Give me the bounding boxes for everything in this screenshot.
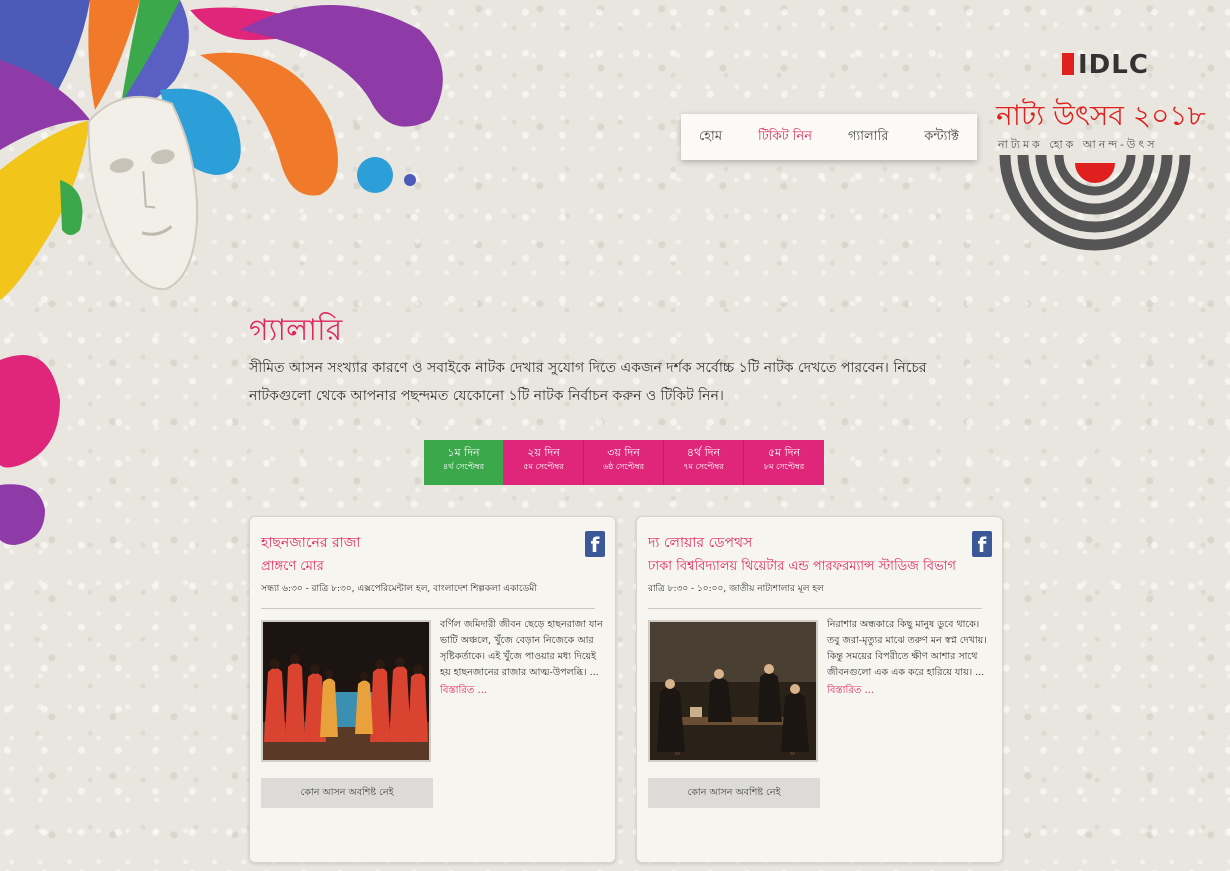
- tab-day-label: ১ম দিন: [447, 446, 480, 459]
- read-more-link[interactable]: বিস্তারিত ...: [440, 683, 605, 699]
- tab-date-label: ৬ষ্ঠ সেপ্টেম্বর: [602, 462, 645, 471]
- play-card: দ্য লোয়ার ডেপথস ঢাকা বিশ্ববিদ্যালয় থিয…: [636, 516, 1003, 863]
- tab-day-1[interactable]: ১ম দিন ৪র্থ সেপ্টেম্বর: [424, 440, 504, 485]
- show-time: সন্ধ্যা ৬:৩০ - রাত্রি ৮:৩০, এক্সপেরিমেন্…: [261, 584, 537, 594]
- play-title[interactable]: দ্য লোয়ার ডেপথস: [648, 531, 752, 555]
- tab-day-3[interactable]: ৩য় দিন ৬ষ্ঠ সেপ্টেম্বর: [584, 440, 664, 485]
- gallery-intro-text: সীমিত আসন সংখ্যার কারণে ও সবাইকে নাটক দে…: [249, 360, 927, 404]
- nav-tickets[interactable]: টিকিট নিন: [758, 127, 812, 148]
- read-more-link[interactable]: বিস্তারিত ...: [827, 683, 992, 699]
- festival-title: নাট্য উৎসব ২০১৮: [996, 99, 1206, 132]
- card-divider: [648, 608, 982, 609]
- seat-status-button[interactable]: কোন আসন অবশিষ্ট নেই: [261, 778, 433, 808]
- tab-date-label: ৪র্থ সেপ্টেম্বর: [442, 462, 485, 471]
- play-photo[interactable]: [648, 620, 818, 762]
- nav-contact[interactable]: কন্ট্যাক্ট: [924, 127, 959, 148]
- tab-day-label: ৩য় দিন: [607, 446, 640, 459]
- tab-date-label: ৫ম সেপ্টেম্বর: [523, 462, 564, 471]
- facebook-icon[interactable]: f: [585, 531, 605, 557]
- tab-day-5[interactable]: ৫ম দিন ৮ম সেপ্টেম্বর: [744, 440, 824, 485]
- play-photo[interactable]: [261, 620, 431, 762]
- play-card: হাছনজানের রাজা প্রাঙ্গণে মোর সন্ধ্যা ৬:৩…: [249, 516, 616, 863]
- troupe-name: প্রাঙ্গণে মোর: [261, 559, 324, 574]
- nav-gallery[interactable]: গ্যালারি: [848, 127, 888, 148]
- card-divider: [261, 608, 595, 609]
- play-title[interactable]: হাছনজানের রাজা: [261, 531, 360, 555]
- show-time: রাত্রি ৮:৩০ - ১০:০০, জাতীয় নাট্যশালার ম…: [648, 584, 824, 594]
- play-description-text: নিরাশার অন্ধকারে কিছু মানুষ ডুবে থাকে। ত…: [827, 619, 987, 678]
- tab-day-2[interactable]: ২য় দিন ৫ম সেপ্টেম্বর: [504, 440, 584, 485]
- seat-status-button[interactable]: কোন আসন অবশিষ্ট নেই: [648, 778, 820, 808]
- play-description: নিরাশার অন্ধকারে কিছু মানুষ ডুবে থাকে। ত…: [827, 617, 992, 699]
- page-title: গ্যালারি: [249, 313, 343, 348]
- play-description: বর্ণিল জমিদারী জীবন ছেড়ে হাছনরাজা যান ভ…: [440, 617, 605, 699]
- tab-day-4[interactable]: ৪র্থ দিন ৭ম সেপ্টেম্বর: [664, 440, 744, 485]
- facebook-icon[interactable]: f: [972, 531, 992, 557]
- tab-day-label: ৫ম দিন: [767, 446, 801, 459]
- festival-splash-decoration: [0, 0, 443, 545]
- troupe-name: ঢাকা বিশ্ববিদ্যালয় থিয়েটার এন্ড পারফরম…: [648, 559, 956, 574]
- tab-date-label: ৭ম সেপ্টেম্বর: [683, 462, 724, 471]
- festival-subtitle: নাট্যমক হোক আনন্দ-উৎস: [998, 138, 1158, 151]
- tab-date-label: ৮ম সেপ্টেম্বর: [763, 462, 805, 471]
- tab-day-label: ৪র্থ দিন: [686, 446, 721, 459]
- top-navigation: হোম টিকিট নিন গ্যালারি কন্ট্যাক্ট: [681, 114, 977, 160]
- tab-day-label: ২য় দিন: [527, 446, 560, 459]
- play-description-text: বর্ণিল জমিদারী জীবন ছেড়ে হাছনরাজা যান ভ…: [440, 619, 603, 678]
- festival-emblem: [999, 155, 1191, 251]
- idlc-logo[interactable]: IDLC: [1062, 50, 1149, 80]
- day-tabs: ১ম দিন ৪র্থ সেপ্টেম্বর ২য় দিন ৫ম সেপ্টে…: [424, 440, 824, 485]
- nav-home[interactable]: হোম: [699, 127, 722, 148]
